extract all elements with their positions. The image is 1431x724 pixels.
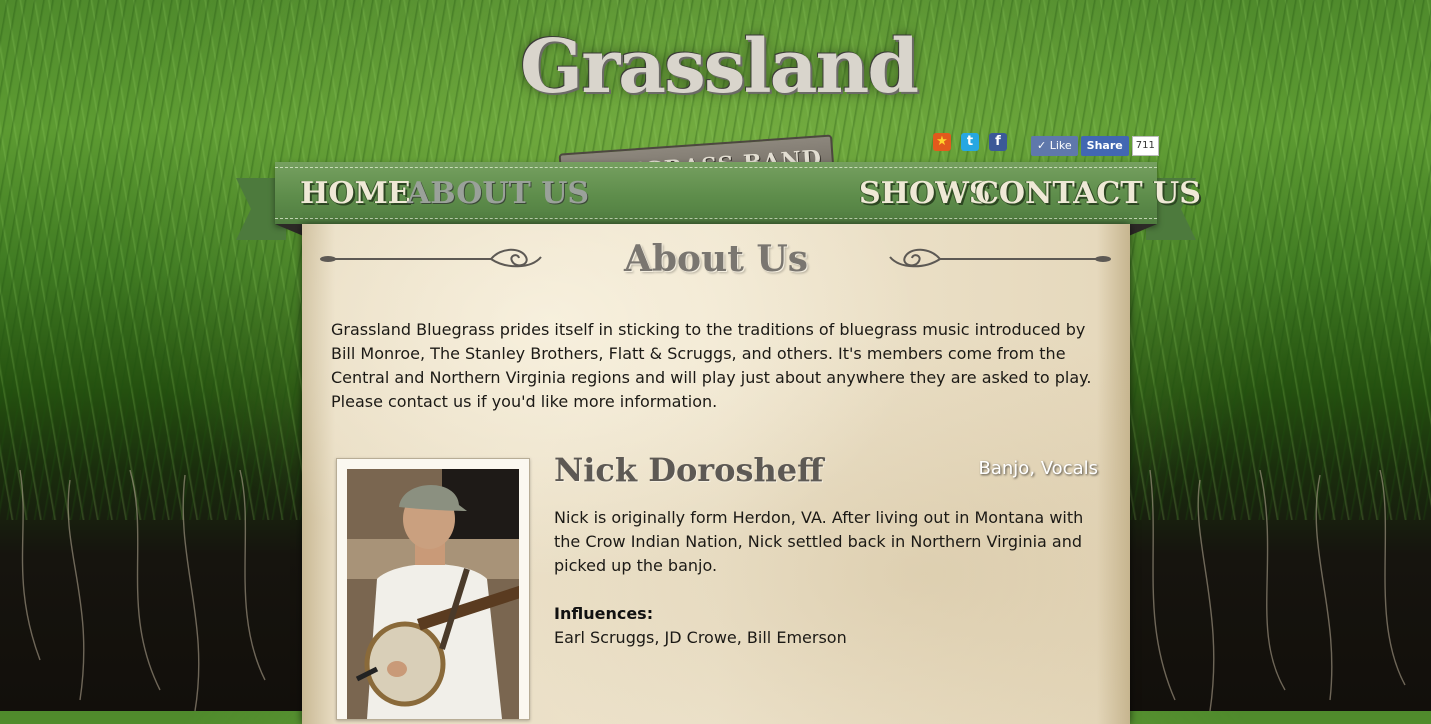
member-photo bbox=[347, 469, 519, 719]
influences-text: Earl Scruggs, JD Crowe, Bill Emerson bbox=[554, 628, 847, 647]
logo-title: Grassland bbox=[520, 24, 919, 110]
nav-contact-us[interactable]: CONTACT US bbox=[975, 172, 1201, 216]
flourish-left-icon bbox=[320, 248, 542, 268]
facebook-buttons: ✓ Like Share 711 bbox=[1031, 136, 1159, 156]
like-button[interactable]: ✓ Like bbox=[1031, 136, 1078, 156]
star-icon[interactable]: ★ bbox=[933, 133, 951, 151]
facebook-icon[interactable]: f bbox=[989, 133, 1007, 151]
share-count: 711 bbox=[1131, 136, 1159, 156]
flourish-right-icon bbox=[889, 248, 1111, 268]
nav-home[interactable]: HOME bbox=[300, 172, 411, 216]
page-title: About Us bbox=[623, 238, 809, 280]
social-icons: ★ t f bbox=[933, 133, 1007, 151]
like-label: Like bbox=[1049, 139, 1072, 152]
nav-about-us[interactable]: ABOUT US bbox=[407, 172, 589, 216]
nav-shows[interactable]: SHOWS bbox=[859, 172, 991, 216]
member-bio: Nick is originally form Herdon, VA. Afte… bbox=[554, 508, 1084, 575]
banjo-player-image bbox=[347, 469, 519, 719]
twitter-icon[interactable]: t bbox=[961, 133, 979, 151]
member-photo-frame bbox=[336, 458, 530, 720]
intro-text: Grassland Bluegrass prides itself in sti… bbox=[331, 320, 1092, 411]
influences-label: Influences: bbox=[554, 604, 654, 623]
member-role: Banjo, Vocals bbox=[978, 458, 1098, 479]
member-name: Nick Dorosheff bbox=[554, 451, 824, 489]
share-button[interactable]: Share bbox=[1080, 136, 1129, 156]
